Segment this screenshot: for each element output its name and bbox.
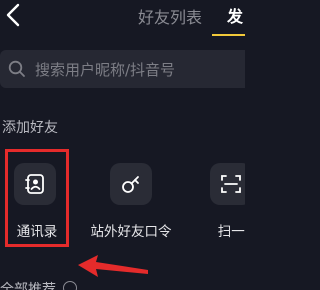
search-icon [8,60,26,78]
invite-code-button[interactable] [110,163,152,205]
arrow-annotation [78,255,148,277]
scan-button[interactable] [210,163,245,205]
search-input[interactable]: 搜索用户昵称/抖音号 [0,50,245,88]
scan-icon [221,175,241,193]
back-icon[interactable] [2,2,28,28]
page-title: 好友列表 [137,8,203,27]
friends-screen: 好友列表 发 搜索用户昵称/抖音号 添加好友 通讯录 站外好友口令 扫一 全部推… [0,0,245,290]
recommend-title: 全部推荐 [0,282,56,290]
info-icon[interactable] [63,281,77,290]
invite-code-label: 站外好友口令 [90,224,172,240]
tab-send[interactable]: 发 [227,3,243,27]
tab-indicator [212,34,245,36]
search-placeholder: 搜索用户昵称/抖音号 [35,61,176,79]
highlight-box [5,149,69,247]
key-icon [122,176,139,193]
scan-label: 扫一扫 [217,224,245,240]
add-friends-title: 添加好友 [2,120,58,136]
